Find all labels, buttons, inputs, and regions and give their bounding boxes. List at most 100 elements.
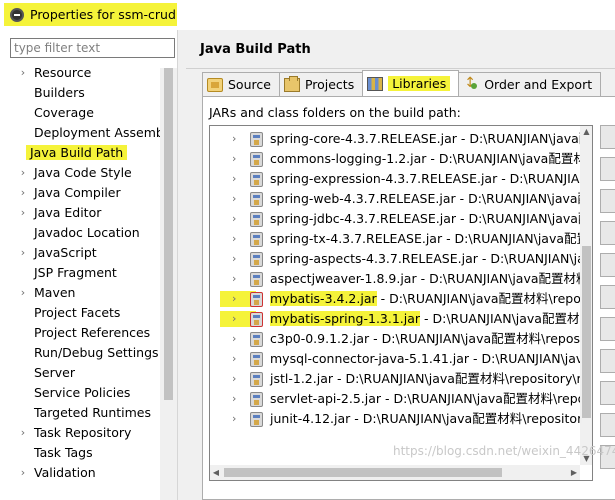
chevron-right-icon[interactable]: › [232,389,236,409]
jar-row[interactable]: › spring-core-4.3.7.RELEASE.jar - D:\RUAN… [210,129,592,149]
tab-label: Order and Export [484,77,593,92]
nav-item[interactable]: Service Policies [0,383,160,403]
side-button[interactable] [600,221,615,245]
chevron-right-icon[interactable]: › [232,129,236,149]
jar-row[interactable]: › servlet-api-2.5.jar - D:\RUANJIAN\java配… [210,389,592,409]
jar-icon [250,292,263,307]
tab-source[interactable]: Source [202,72,280,96]
side-button[interactable] [600,317,615,341]
chevron-right-icon[interactable]: › [232,189,236,209]
chevron-right-icon[interactable]: › [18,63,28,83]
jar-label: spring-jdbc-4.3.7.RELEASE.jar - D:\RUANJ… [270,211,592,226]
side-button[interactable] [600,253,615,277]
nav-item[interactable]: Targeted Runtimes [0,403,160,423]
nav-item[interactable]: Task Tags [0,443,160,463]
scroll-right-icon[interactable]: ▶ [568,465,580,480]
nav-item[interactable]: › Maven [0,283,160,303]
jar-row[interactable]: › junit-4.12.jar - D:\RUANJIAN\java配置材料\r… [210,409,592,429]
nav-item-label: Project References [34,325,151,340]
nav-scrollbar[interactable] [160,68,177,500]
side-button[interactable] [600,157,615,181]
chevron-right-icon[interactable]: › [18,243,28,263]
nav-item[interactable]: › Validation [0,463,160,483]
jar-row[interactable]: › spring-tx-4.3.7.RELEASE.jar - D:\RUANJI… [210,229,592,249]
nav-item[interactable]: Java Build Path [0,143,160,163]
jar-vertical-scroll-thumb[interactable] [582,246,591,418]
jar-row[interactable]: › commons-logging-1.2.jar - D:\RUANJIAN\j… [210,149,592,169]
jar-vertical-scrollbar[interactable]: ▲ ▼ [580,126,592,465]
jar-icon [250,192,263,207]
jar-row[interactable]: › spring-expression-4.3.7.RELEASE.jar - D… [210,169,592,189]
jar-label: spring-expression-4.3.7.RELEASE.jar - D:… [270,171,592,186]
chevron-right-icon[interactable]: › [232,149,236,169]
filter-input[interactable] [10,38,175,58]
chevron-right-icon[interactable]: › [232,169,236,189]
nav-item[interactable]: Deployment Assembly [0,123,160,143]
jar-row[interactable]: › jstl-1.2.jar - D:\RUANJIAN\java配置材料\rep… [210,369,592,389]
nav-item[interactable]: Builders [0,83,160,103]
scroll-up-icon[interactable]: ▲ [580,126,592,138]
nav-item[interactable]: Javadoc Location [0,223,160,243]
chevron-right-icon[interactable]: › [232,269,236,289]
jar-path: - D:\RUANJIAN\java配置材料\reposito [381,391,593,406]
side-button[interactable] [600,349,615,373]
jar-name: spring-aspects-4.3.7.RELEASE.jar [270,251,478,266]
jar-row[interactable]: › mysql-connector-java-5.1.41.jar - D:\RU… [210,349,592,369]
tab-order-and-export[interactable]: Order and Export [458,72,602,96]
side-button[interactable] [600,413,615,437]
nav-item[interactable]: Run/Debug Settings [0,343,160,363]
nav-item[interactable]: › Java Compiler [0,183,160,203]
jar-row[interactable]: › mybatis-3.4.2.jar - D:\RUANJIAN\java配置材… [210,289,592,309]
nav-item[interactable]: › Task Repository [0,423,160,443]
chevron-right-icon[interactable]: › [232,309,236,329]
nav-item[interactable]: › JavaScript [0,243,160,263]
jar-label: spring-web-4.3.7.RELEASE.jar - D:\RUANJI… [270,191,592,206]
jar-tree[interactable]: › spring-core-4.3.7.RELEASE.jar - D:\RUAN… [209,125,593,481]
chevron-right-icon[interactable]: › [232,209,236,229]
jar-row[interactable]: › spring-web-4.3.7.RELEASE.jar - D:\RUANJ… [210,189,592,209]
jar-horizontal-scroll-thumb[interactable] [224,468,502,477]
side-button[interactable] [600,189,615,213]
tab-libraries[interactable]: Libraries [362,70,460,96]
chevron-right-icon[interactable]: › [232,229,236,249]
chevron-right-icon[interactable]: › [18,183,28,203]
nav-item[interactable]: JSP Fragment [0,263,160,283]
chevron-right-icon[interactable]: › [18,463,28,483]
jar-path: - D:\RUANJIAN\java配 [481,251,592,266]
chevron-right-icon[interactable]: › [18,203,28,223]
chevron-right-icon[interactable]: › [18,283,28,303]
jar-horizontal-scrollbar[interactable]: ◀ ▶ [210,465,580,480]
nav-item[interactable]: Coverage [0,103,160,123]
jar-row[interactable]: › c3p0-0.9.1.2.jar - D:\RUANJIAN\java配置材料… [210,329,592,349]
side-button[interactable] [600,381,615,405]
chevron-right-icon[interactable]: › [232,369,236,389]
nav-item[interactable]: › Resource [0,63,160,83]
scroll-left-icon[interactable]: ◀ [210,465,222,480]
tab-projects[interactable]: Projects [278,72,364,96]
nav-item[interactable]: › Java Editor [0,203,160,223]
jar-name: mysql-connector-java-5.1.41.jar [270,351,470,366]
nav-item[interactable]: Project References [0,323,160,343]
chevron-right-icon[interactable]: › [18,163,28,183]
jar-row[interactable]: › mybatis-spring-1.3.1.jar - D:\RUANJIAN\… [210,309,592,329]
side-button[interactable] [600,125,615,149]
tab-label: Source [228,77,271,92]
jar-row[interactable]: › spring-jdbc-4.3.7.RELEASE.jar - D:\RUAN… [210,209,592,229]
nav-item-label: Java Code Style [34,165,132,180]
jar-row[interactable]: › aspectjweaver-1.8.9.jar - D:\RUANJIAN\j… [210,269,592,289]
nav-item[interactable]: Project Facets [0,303,160,323]
jar-icon [250,132,263,147]
chevron-right-icon[interactable]: › [232,349,236,369]
nav-scrollbar-thumb[interactable] [164,68,173,400]
chevron-right-icon[interactable]: › [232,329,236,349]
jar-path: - D:\RUANJIAN\java配置材料\repository\ju [350,411,593,426]
side-button[interactable] [600,285,615,309]
jar-label: commons-logging-1.2.jar - D:\RUANJIAN\ja… [270,151,592,166]
nav-item[interactable]: › Java Code Style [0,163,160,183]
chevron-right-icon[interactable]: › [232,409,236,429]
chevron-right-icon[interactable]: › [18,423,28,443]
chevron-right-icon[interactable]: › [232,289,236,309]
chevron-right-icon[interactable]: › [232,249,236,269]
nav-item[interactable]: Server [0,363,160,383]
jar-row[interactable]: › spring-aspects-4.3.7.RELEASE.jar - D:\R… [210,249,592,269]
